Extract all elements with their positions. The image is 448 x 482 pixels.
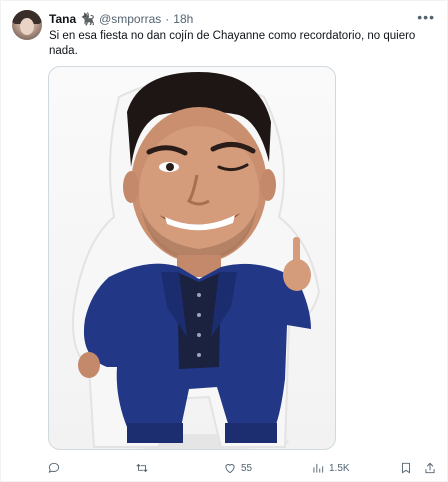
share-button[interactable] [423,459,437,477]
black-cat-icon: 🐈‍⬛ [80,12,96,26]
like-button[interactable]: 55 [223,459,252,477]
like-count: 55 [241,462,253,474]
timestamp[interactable]: 18h [173,12,193,26]
reply-button[interactable] [47,459,61,477]
tweet-card[interactable]: Tana 🐈‍⬛ @smporras · 18h ••• Si en esa f… [0,0,448,482]
reply-icon [48,462,60,473]
bookmark-icon [402,462,410,474]
tweet-header: Tana 🐈‍⬛ @smporras · 18h [49,10,193,28]
more-options-icon[interactable]: ••• [417,10,435,24]
cushion-illustration [72,72,321,449]
views-chart-icon [313,463,324,473]
avatar[interactable] [12,10,42,40]
retweet-button[interactable] [135,459,149,477]
views-button[interactable]: 1.5K [311,459,350,477]
bookmark-button[interactable] [399,459,413,477]
author-handle[interactable]: @smporras [99,12,161,26]
share-icon [425,462,435,474]
heart-icon [225,464,235,474]
views-count: 1.5K [329,462,350,474]
retweet-icon [136,463,148,473]
tweet-text: Si en esa fiesta no dan cojín de Chayann… [49,30,416,57]
tweet-media-image[interactable] [48,66,336,450]
separator-dot: · [165,12,170,26]
action-bar: 55 1.5K [47,459,437,477]
author-name[interactable]: Tana [49,12,76,26]
